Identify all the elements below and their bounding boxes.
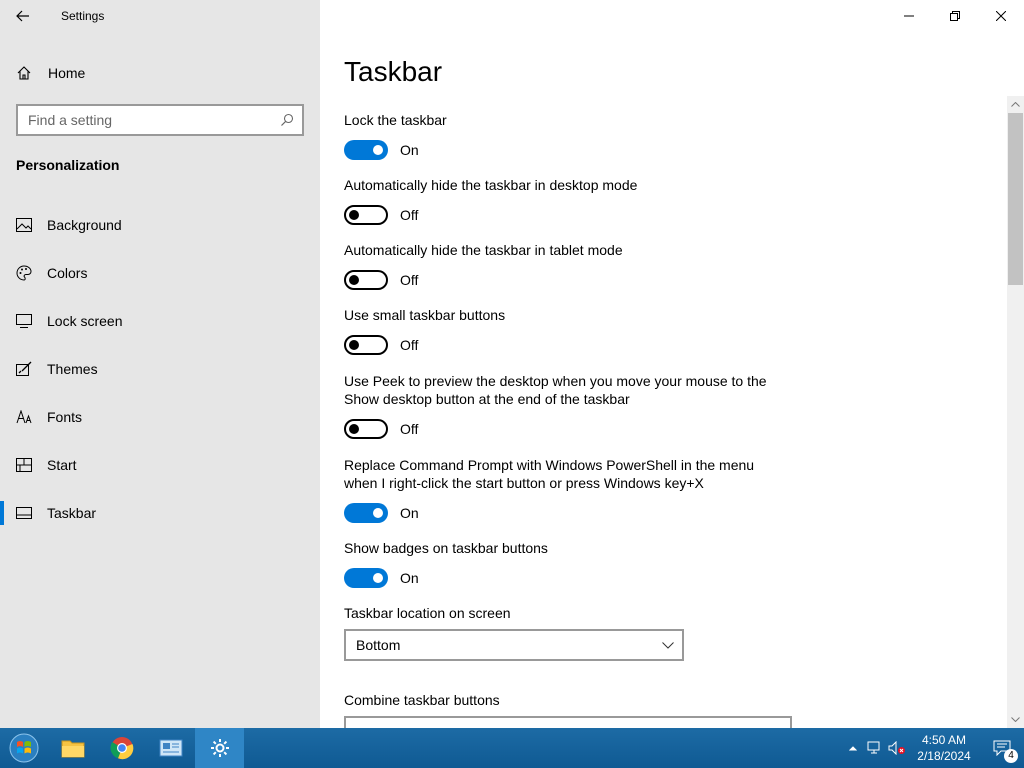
small-buttons-toggle[interactable] xyxy=(344,335,388,355)
system-tray: 4:50 AM 2/18/2024 4 xyxy=(842,728,1024,768)
lock-taskbar-toggle[interactable] xyxy=(344,140,388,160)
home-nav-item[interactable]: Home xyxy=(0,57,320,89)
back-button[interactable] xyxy=(0,0,46,32)
taskbar-icon xyxy=(0,507,48,519)
fonts-icon xyxy=(0,410,48,424)
sidebar-item-label: Fonts xyxy=(47,409,83,425)
search-box[interactable] xyxy=(16,104,304,136)
setting-label: Use Peek to preview the desktop when you… xyxy=(344,373,767,407)
taskbar-location-dropdown[interactable]: Bottom xyxy=(344,629,684,661)
dropdown-value: Bottom xyxy=(356,637,401,653)
toggle-state: Off xyxy=(400,421,419,437)
autohide-tablet-toggle[interactable] xyxy=(344,270,388,290)
sidebar-item-background[interactable]: Background xyxy=(0,201,320,249)
toggle-state: Off xyxy=(400,207,419,223)
network-icon[interactable] xyxy=(864,741,886,755)
page-title: Taskbar xyxy=(344,56,443,87)
title-bar: Settings xyxy=(0,0,320,32)
combine-buttons-label: Combine taskbar buttons xyxy=(344,692,500,708)
setting-label: Use small taskbar buttons xyxy=(344,307,506,323)
action-center-button[interactable]: 4 xyxy=(980,728,1024,768)
setting-lock-taskbar: Lock the taskbar On xyxy=(344,111,784,160)
setting-label: Lock the taskbar xyxy=(344,112,447,128)
scroll-up-button[interactable] xyxy=(1007,96,1024,113)
autohide-desktop-toggle[interactable] xyxy=(344,205,388,225)
lock-screen-icon xyxy=(0,314,48,328)
combine-buttons-dropdown[interactable] xyxy=(344,716,792,728)
palette-icon xyxy=(0,265,48,281)
setting-badges: Show badges on taskbar buttons On xyxy=(344,539,784,588)
home-icon xyxy=(0,65,48,81)
search-input[interactable] xyxy=(28,112,280,128)
clock-time: 4:50 AM xyxy=(921,733,967,747)
taskbar-location-label: Taskbar location on screen xyxy=(344,605,511,621)
start-icon xyxy=(0,458,48,472)
background-icon xyxy=(0,218,48,232)
home-label: Home xyxy=(48,65,86,81)
setting-small-buttons: Use small taskbar buttons Off xyxy=(344,306,784,355)
powershell-toggle[interactable] xyxy=(344,503,388,523)
sidebar-item-colors[interactable]: Colors xyxy=(0,249,320,297)
sidebar-item-start[interactable]: Start xyxy=(0,441,320,489)
chevron-down-icon xyxy=(1011,717,1020,722)
toggle-state: Off xyxy=(400,272,419,288)
setting-peek: Use Peek to preview the desktop when you… xyxy=(344,372,784,439)
taskbar-location-label-wrap: Taskbar location on screen xyxy=(344,604,784,622)
volume-muted-icon[interactable] xyxy=(886,741,908,755)
windows-taskbar: 4:50 AM 2/18/2024 4 xyxy=(0,728,1024,768)
badges-toggle[interactable] xyxy=(344,568,388,588)
setting-label: Automatically hide the taskbar in deskto… xyxy=(344,177,638,193)
chrome-button[interactable] xyxy=(97,728,146,768)
clock-date: 2/18/2024 xyxy=(917,749,971,763)
sidebar-item-taskbar[interactable]: Taskbar xyxy=(0,489,320,537)
setting-autohide-desktop: Automatically hide the taskbar in deskto… xyxy=(344,176,784,225)
scroll-thumb[interactable] xyxy=(1008,113,1023,285)
toggle-state: On xyxy=(400,570,419,586)
file-explorer-button[interactable] xyxy=(48,728,97,768)
settings-taskbar-button[interactable] xyxy=(195,728,244,768)
folder-icon xyxy=(61,740,84,758)
scroll-down-button[interactable] xyxy=(1007,711,1024,728)
sidebar-item-label: Start xyxy=(47,457,77,473)
show-hidden-icons-button[interactable] xyxy=(842,745,864,751)
setting-label: Replace Command Prompt with Windows Powe… xyxy=(344,457,755,491)
sidebar-item-label: Themes xyxy=(47,361,98,377)
sidebar-item-fonts[interactable]: Fonts xyxy=(0,393,320,441)
setting-label: Show badges on taskbar buttons xyxy=(344,540,548,556)
toggle-state: On xyxy=(400,142,419,158)
section-title: Personalization xyxy=(16,157,120,173)
control-panel-icon xyxy=(159,739,182,757)
sidebar-item-label: Colors xyxy=(47,265,88,281)
sidebar-nav: Background Colors Lock screen Themes Fon… xyxy=(0,201,320,537)
setting-label: Automatically hide the taskbar in tablet… xyxy=(344,242,623,258)
chevron-up-icon xyxy=(1011,102,1020,107)
setting-powershell: Replace Command Prompt with Windows Powe… xyxy=(344,456,784,523)
sidebar-item-lock-screen[interactable]: Lock screen xyxy=(0,297,320,345)
search-icon[interactable] xyxy=(280,113,294,127)
windows-start-icon xyxy=(9,733,39,763)
chrome-icon xyxy=(110,737,133,760)
control-panel-button[interactable] xyxy=(146,728,195,768)
setting-autohide-tablet: Automatically hide the taskbar in tablet… xyxy=(344,241,784,290)
peek-toggle[interactable] xyxy=(344,419,388,439)
start-button[interactable] xyxy=(0,728,48,768)
sidebar-item-themes[interactable]: Themes xyxy=(0,345,320,393)
scrollbar[interactable] xyxy=(1007,96,1024,728)
toggle-state: On xyxy=(400,505,419,521)
toggle-state: Off xyxy=(400,337,419,353)
app-title: Settings xyxy=(61,9,105,23)
themes-icon xyxy=(0,361,48,377)
combine-buttons-label-wrap: Combine taskbar buttons xyxy=(344,691,784,709)
main-content: Taskbar Lock the taskbar On Automaticall… xyxy=(320,0,1024,728)
clock[interactable]: 4:50 AM 2/18/2024 xyxy=(908,732,980,764)
gear-icon xyxy=(210,739,229,757)
notification-badge: 4 xyxy=(1004,749,1018,763)
sidebar: Settings Home Personalization Background… xyxy=(0,0,320,728)
sidebar-item-label: Background xyxy=(47,217,122,233)
chevron-down-icon xyxy=(662,641,674,649)
back-arrow-icon xyxy=(16,10,29,22)
sidebar-item-label: Taskbar xyxy=(47,505,97,521)
chevron-up-icon xyxy=(849,745,857,751)
sidebar-item-label: Lock screen xyxy=(47,313,123,329)
